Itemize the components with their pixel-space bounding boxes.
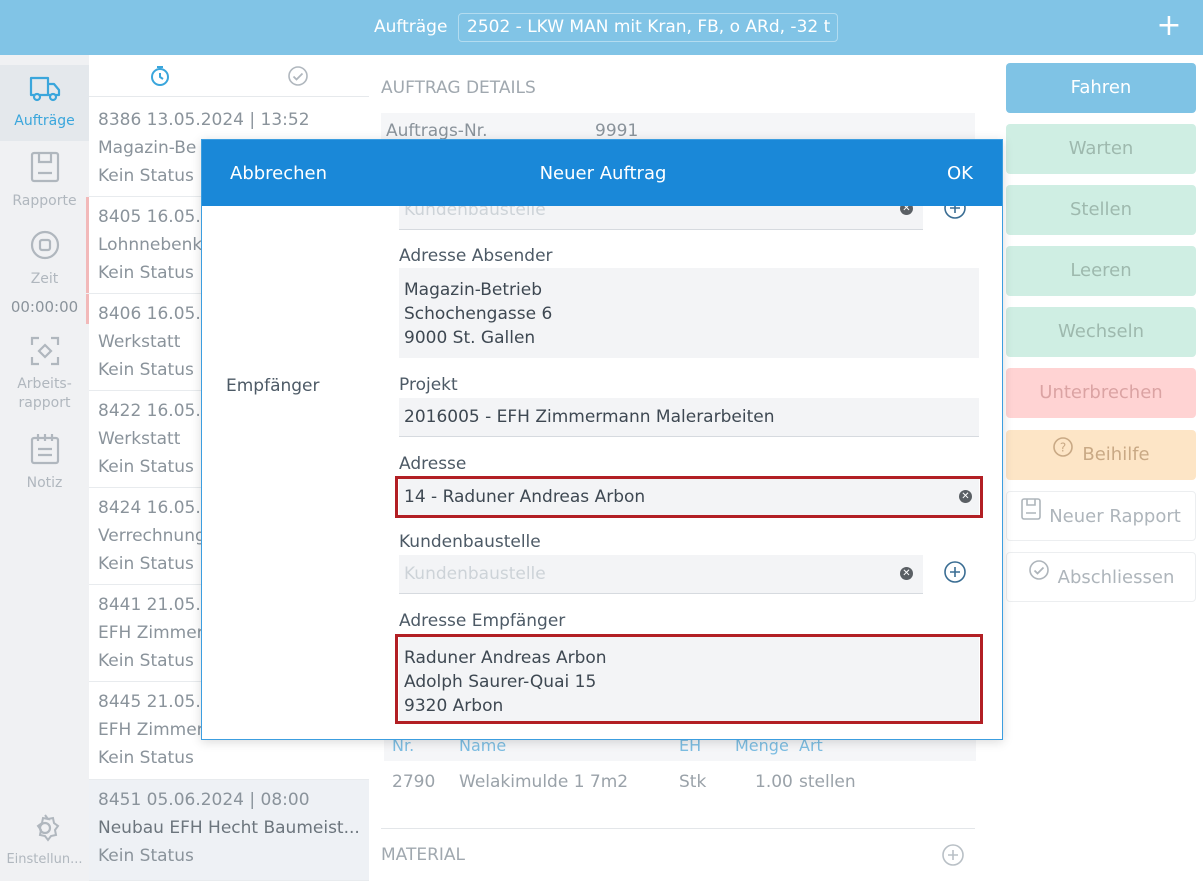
abschliessen-button[interactable]: Abschliessen — [1006, 552, 1196, 602]
highlight-box — [395, 476, 983, 518]
order-number-label: Auftrags-Nr. — [386, 121, 488, 141]
timer-value: 00:00:00 — [10, 298, 79, 316]
sidebar-item-arbeitsrapport[interactable]: Arbeits- rapport — [0, 333, 89, 417]
sidebar-item-label: Arbeits- — [17, 376, 72, 392]
plus-icon[interactable]: + — [1155, 8, 1183, 44]
status-marker — [86, 294, 89, 324]
leeren-button[interactable]: Leeren — [1006, 246, 1196, 296]
unterbrechen-button[interactable]: Unterbrechen — [1006, 368, 1196, 418]
sidebar-item-auftraege[interactable]: Aufträge — [0, 65, 89, 141]
sidebar-item-label: Einstellun... — [6, 852, 83, 867]
projekt-field[interactable]: 2016005 - EFH Zimmermann Malerarbeiten — [399, 398, 979, 437]
help-icon: ? — [1052, 428, 1074, 478]
kundenbaustelle-input[interactable]: Kundenbaustelle ✕ — [399, 555, 923, 594]
sidebar-item-label: Rapporte — [12, 193, 77, 209]
adresse-absender-label: Adresse Absender — [399, 246, 553, 266]
stellen-button[interactable]: Stellen — [1006, 185, 1196, 235]
sidebar-item-einstellungen[interactable]: Einstellun... — [0, 810, 89, 872]
dialog-header-labels: Neuer Auftrag Abbrechen OK — [230, 163, 973, 184]
empfaenger-section-label: Empfänger — [226, 376, 320, 396]
top-bar: Aufträge 2502 - LKW MAN mit Kran, FB, o … — [0, 0, 1203, 55]
job-selector[interactable]: 2502 - LKW MAN mit Kran, FB, o ARd, -32 … — [458, 13, 838, 42]
sidebar-item-notiz[interactable]: Notiz — [0, 431, 89, 501]
record-icon — [30, 230, 59, 260]
list-filter-bar — [89, 55, 369, 97]
adresse-empfaenger-label: Adresse Empfänger — [399, 611, 566, 631]
fahren-button[interactable]: Fahren — [1006, 63, 1196, 113]
clipboard-icon — [1021, 490, 1041, 540]
svg-text:?: ? — [1060, 441, 1066, 455]
beihilfe-button[interactable]: ? Beihilfe — [1006, 430, 1196, 480]
action-panel: Fahren Warten Stellen Leeren Wechseln Un… — [997, 55, 1203, 881]
notepad-icon — [30, 434, 59, 465]
page-title: Aufträge — [374, 17, 448, 37]
list-item-selected[interactable]: 8451 05.06.2024 | 08:00 Neubau EFH Hecht… — [89, 780, 369, 881]
sidebar-item-rapporte[interactable]: Rapporte — [0, 149, 89, 219]
truck-icon — [29, 76, 60, 102]
clear-icon[interactable]: ✕ — [900, 567, 913, 580]
add-kundenbaustelle-icon[interactable] — [943, 560, 967, 588]
sidebar-item-label: Zeit — [30, 271, 59, 287]
sidebar-item-label: Aufträge — [14, 113, 75, 129]
adresse-absender-text: Magazin-Betrieb Schochengasse 6 9000 St.… — [399, 268, 979, 358]
new-order-dialog: Neuer Auftrag Abbrechen OK Kundenbaustel… — [201, 139, 1003, 740]
sidebar-item-label: Notiz — [26, 475, 63, 491]
sidebar: Aufträge Rapporte Zeit 00:00:00 Arbeits-… — [0, 55, 89, 881]
timer-icon[interactable] — [149, 65, 171, 91]
clipboard-icon — [30, 151, 59, 183]
status-marker — [86, 197, 89, 293]
sidebar-item-label-2: rapport — [18, 395, 71, 411]
add-material-icon[interactable] — [941, 843, 965, 871]
sidebar-item-zeit[interactable]: Zeit — [0, 227, 89, 287]
neuer-rapport-button[interactable]: Neuer Rapport — [1006, 491, 1196, 541]
table-row[interactable]: 2790 Welakimulde 1 7m2 Stk 1.00 stellen — [384, 767, 976, 797]
order-number-value: 9991 — [595, 121, 639, 141]
kundenbaustelle-label: Kundenbaustelle — [399, 532, 541, 552]
wechseln-button[interactable]: Wechseln — [1006, 307, 1196, 357]
check-circle-icon — [1028, 551, 1050, 601]
divider — [381, 828, 975, 829]
material-header: MATERIAL — [381, 845, 466, 865]
warten-button[interactable]: Warten — [1006, 124, 1196, 174]
focus-icon — [30, 336, 59, 366]
gear-icon — [36, 814, 59, 842]
detail-header: AUFTRAG DETAILS — [381, 78, 536, 98]
adresse-label: Adresse — [399, 454, 467, 474]
check-circle-icon[interactable] — [287, 65, 309, 91]
projekt-label: Projekt — [399, 375, 458, 395]
highlight-box — [395, 634, 983, 724]
